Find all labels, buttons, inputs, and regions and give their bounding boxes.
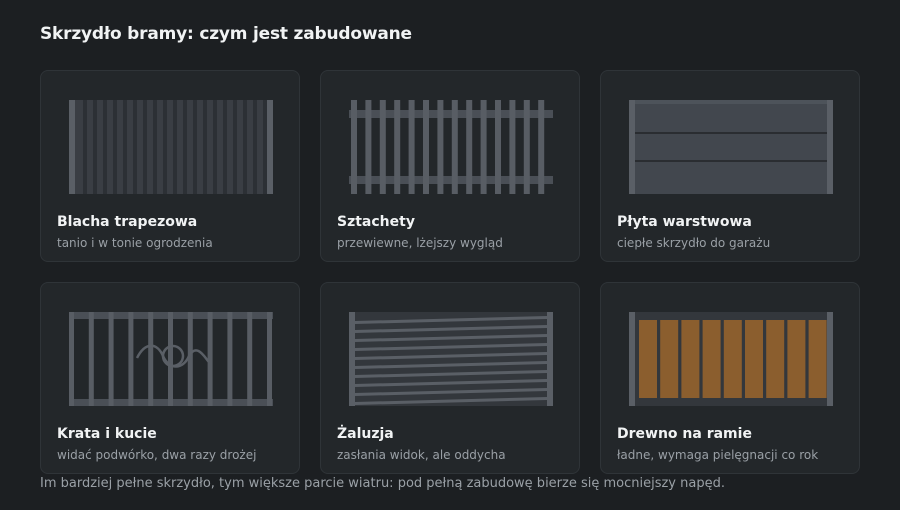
sandwich-panel-illustration — [629, 100, 833, 194]
page-title: Skrzydło bramy: czym jest zabudowane — [40, 24, 412, 44]
sheet-rib — [93, 100, 97, 194]
sheet-rib — [143, 100, 147, 194]
pickets-illustration — [349, 100, 553, 194]
card-name: Blacha trapezowa — [57, 214, 198, 230]
grille-bar — [168, 312, 173, 406]
footer-note: Im bardziej pełne skrzydło, tym większe … — [40, 476, 725, 491]
grille-bar — [207, 312, 213, 406]
picket — [408, 100, 415, 194]
sheet-rib — [203, 100, 207, 194]
grille-bar — [69, 312, 74, 406]
picket — [495, 100, 501, 194]
grille-bar — [108, 312, 114, 406]
picket — [394, 100, 401, 194]
card-pickets[interactable]: Sztachety przewiewne, lżejszy wygląd — [320, 70, 580, 262]
card-name: Drewno na ramie — [617, 426, 752, 442]
wood-board — [723, 320, 742, 398]
wood-board — [681, 320, 700, 398]
sheet-rib — [133, 100, 137, 194]
card-sandwich-panel[interactable]: Płyta warstwowa ciepłe skrzydło do garaż… — [600, 70, 860, 262]
card-grille-forged[interactable]: Krata i kucie widać podwórko, dwa razy d… — [40, 282, 300, 474]
picket — [523, 100, 530, 194]
grille-bar — [128, 312, 134, 406]
wood-board — [639, 320, 657, 398]
wood-on-frame-illustration — [629, 312, 833, 406]
louver-illustration — [349, 312, 553, 406]
sheet-rib — [213, 100, 217, 194]
sheet-rib — [173, 100, 177, 194]
sheet-rib — [153, 100, 157, 194]
sheet-rib — [253, 100, 257, 194]
card-wood-on-frame[interactable]: Drewno na ramie ładne, wymaga pielęgnacj… — [600, 282, 860, 474]
sheet-rib — [123, 100, 127, 194]
card-description: zasłania widok, ale oddycha — [337, 448, 506, 462]
picket — [437, 100, 444, 194]
wood-board — [660, 320, 679, 398]
sheet-rib — [223, 100, 227, 194]
sheet-rib — [163, 100, 167, 194]
card-trapezoidal-sheet[interactable]: Blacha trapezowa tanio i w tonie ogrodze… — [40, 70, 300, 262]
card-description: tanio i w tonie ogrodzenia — [57, 236, 213, 250]
wood-board — [787, 320, 806, 398]
picket — [480, 100, 487, 194]
grille-bar — [267, 312, 272, 406]
trapezoidal-sheet-illustration — [69, 100, 273, 194]
sheet-rib — [103, 100, 107, 194]
picket — [379, 100, 386, 194]
sheet-rib — [243, 100, 247, 194]
sheet-rib — [113, 100, 117, 194]
wood-board — [702, 320, 721, 398]
picket — [423, 100, 429, 194]
card-description: przewiewne, lżejszy wygląd — [337, 236, 503, 250]
sheet-rib — [183, 100, 187, 194]
card-name: Płyta warstwowa — [617, 214, 752, 230]
grille-bar — [148, 312, 154, 406]
card-name: Krata i kucie — [57, 426, 157, 442]
grille-bar — [227, 312, 233, 406]
picket — [538, 100, 545, 194]
card-louver[interactable]: Żaluzja zasłania widok, ale oddycha — [320, 282, 580, 474]
grille-bar — [247, 312, 253, 406]
wood-board — [808, 320, 827, 398]
card-description: widać podwórko, dwa razy drożej — [57, 448, 257, 462]
sheet-rib — [193, 100, 197, 194]
wood-board — [745, 320, 763, 398]
sheet-rib — [83, 100, 87, 194]
card-description: ciepłe skrzydło do garażu — [617, 236, 771, 250]
gate-infill-grid: Blacha trapezowa tanio i w tonie ogrodze… — [40, 70, 860, 474]
card-description: ładne, wymaga pielęgnacji co rok — [617, 448, 819, 462]
sheet-rib — [233, 100, 237, 194]
card-name: Sztachety — [337, 214, 415, 230]
picket — [509, 100, 516, 194]
sheet-rib — [263, 100, 267, 194]
grille-forged-illustration — [69, 312, 273, 406]
grille-bar — [88, 312, 94, 406]
wood-board — [766, 320, 785, 398]
card-name: Żaluzja — [337, 426, 394, 442]
picket — [365, 100, 372, 194]
picket — [351, 100, 357, 194]
picket — [451, 100, 458, 194]
picket — [466, 100, 473, 194]
